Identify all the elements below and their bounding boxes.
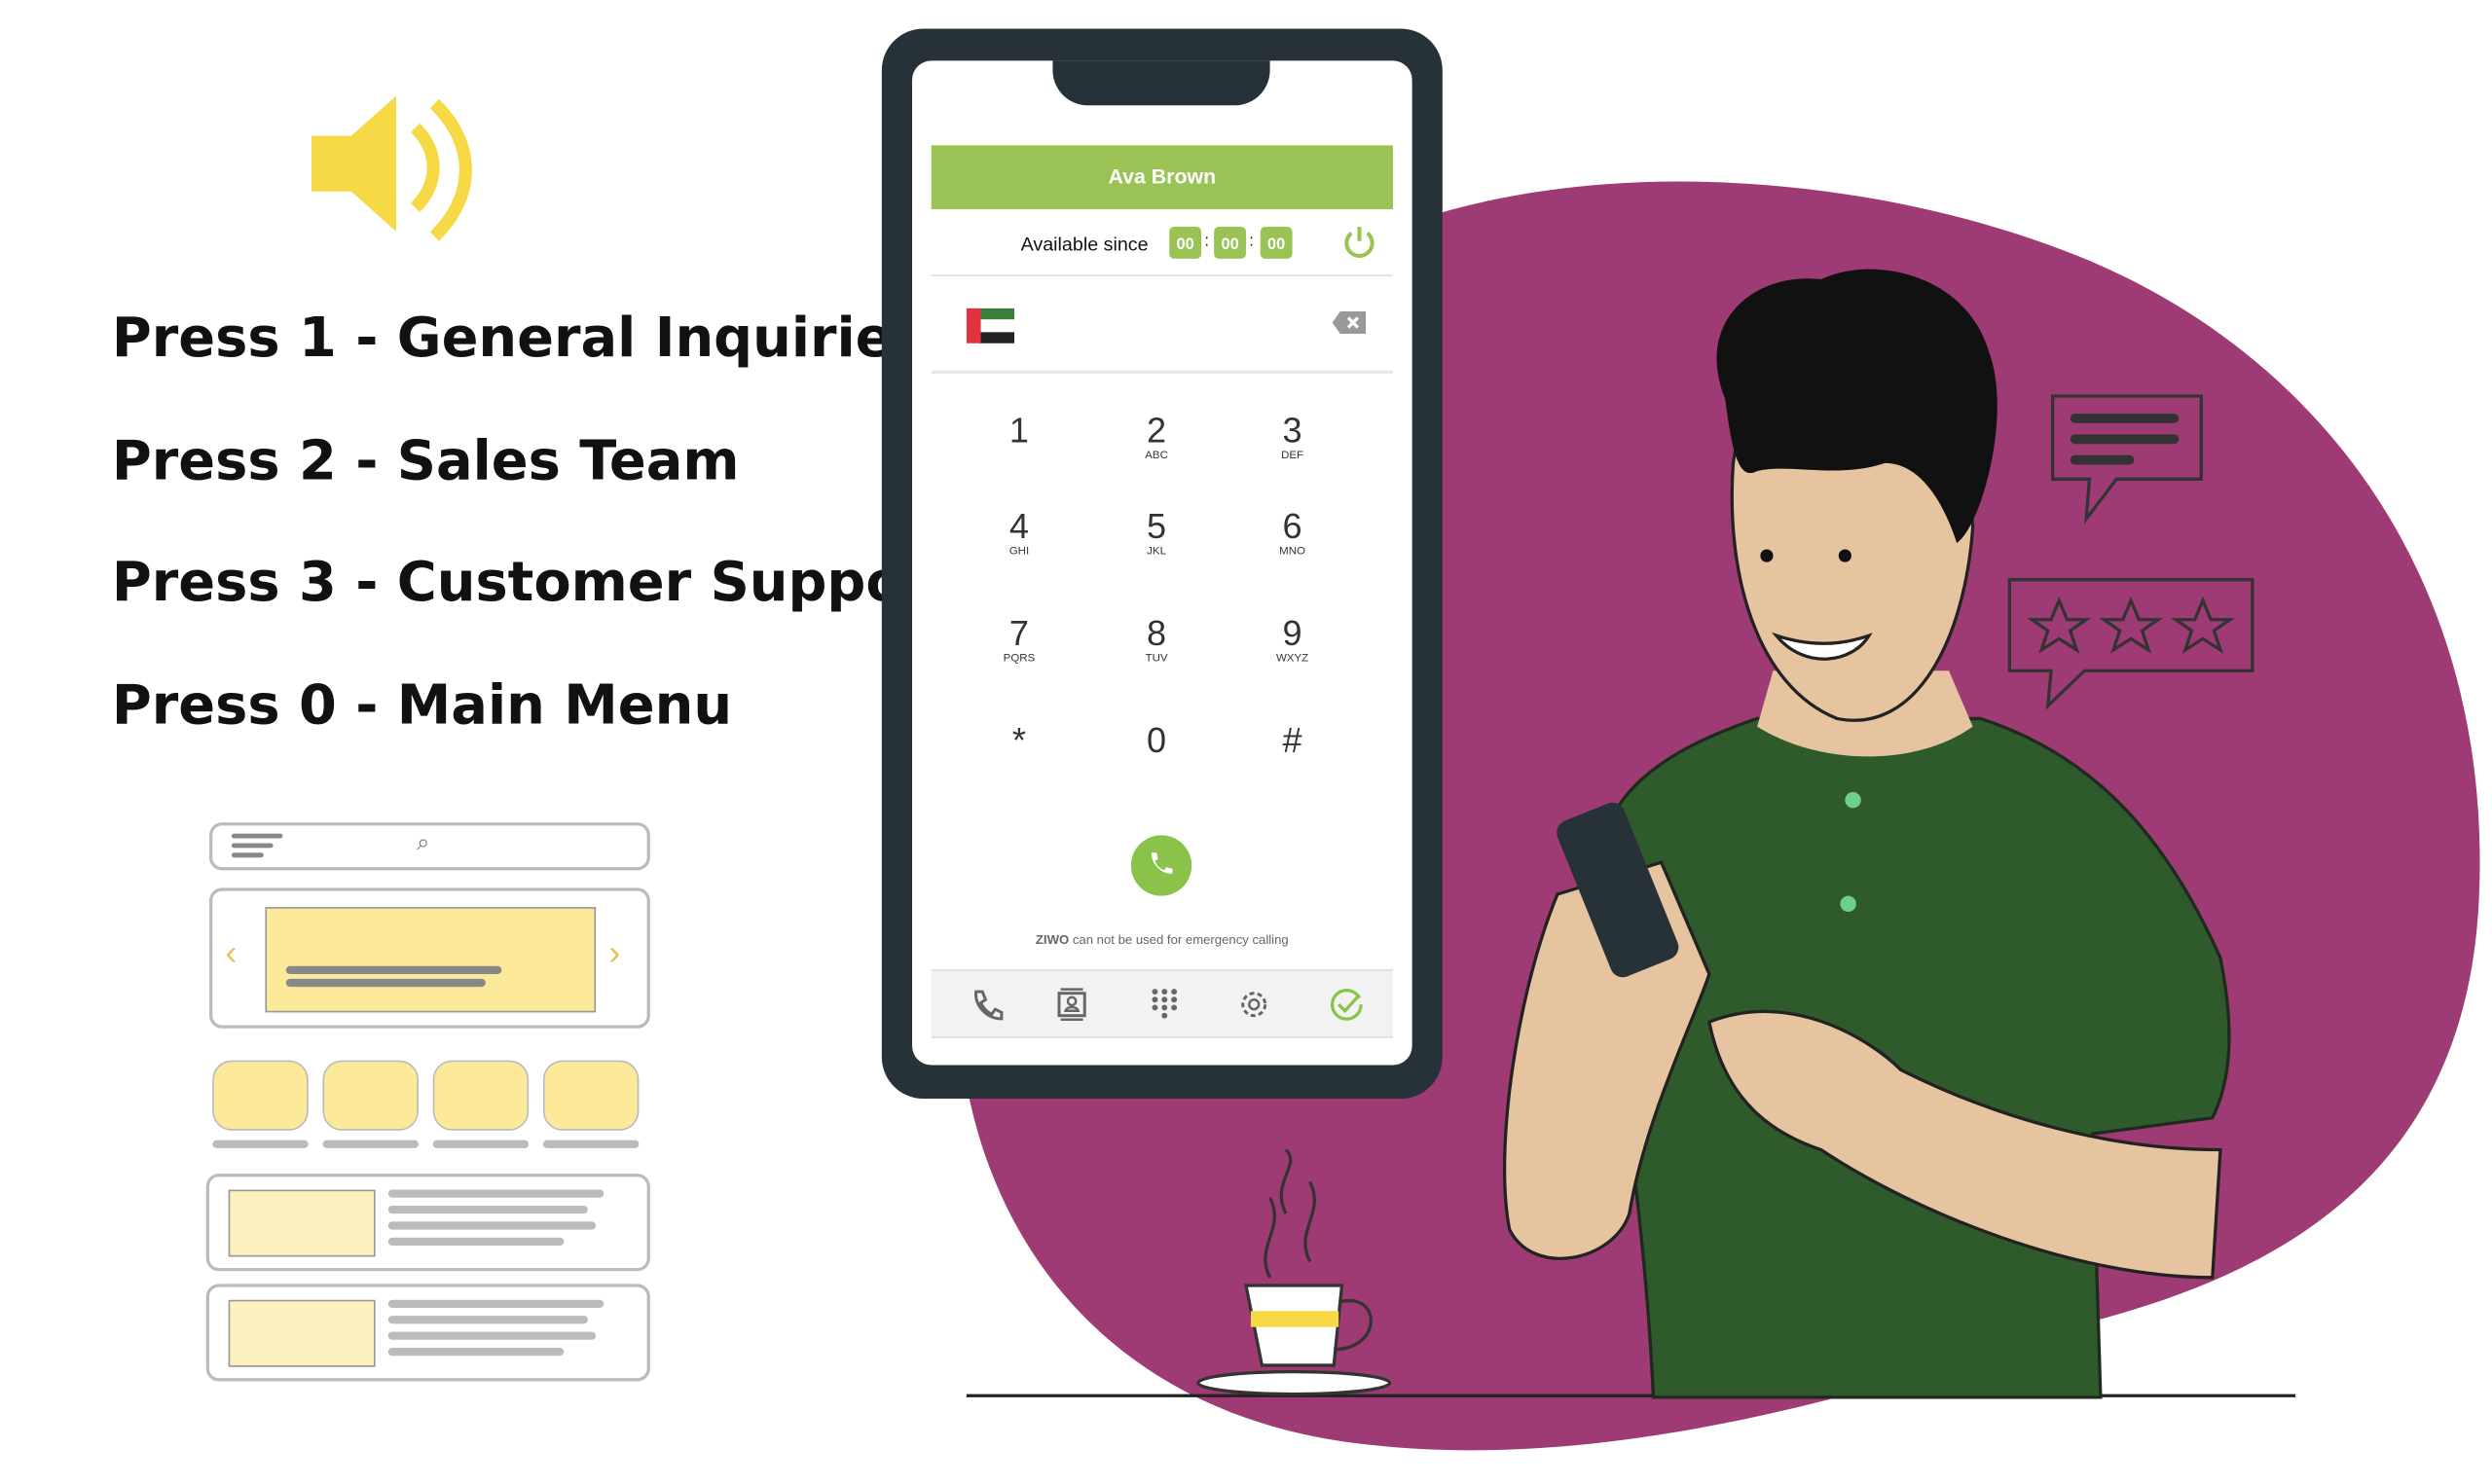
key-digit: 6 <box>1282 506 1302 547</box>
key-digit: 3 <box>1282 410 1302 451</box>
carousel-slide <box>265 907 597 1013</box>
man-eye-left <box>1760 549 1774 562</box>
wireframe-card <box>205 1174 650 1272</box>
key-letters: ABC <box>1145 450 1168 462</box>
key-letters: JKL <box>1147 546 1166 558</box>
agent-name-header: Ava Brown <box>931 145 1393 209</box>
dialpad-key[interactable]: 0 <box>1109 720 1204 761</box>
key-letters: PQRS <box>1003 653 1036 665</box>
notice-text: can not be used for emergency calling <box>1072 932 1289 948</box>
timer-separator: : <box>1249 233 1254 251</box>
dialpad-key[interactable]: 5 JKL <box>1109 506 1204 558</box>
dialpad-key[interactable]: 4 GHI <box>971 506 1067 558</box>
key-letters: GHI <box>1008 546 1030 558</box>
man-eye-right <box>1838 549 1851 562</box>
shirt-button <box>1845 791 1861 809</box>
chat-line <box>2070 414 2180 423</box>
timer-separator: : <box>1204 233 1209 251</box>
chat-line <box>2070 434 2180 445</box>
call-button[interactable] <box>1130 835 1192 896</box>
key-digit: 8 <box>1147 613 1167 654</box>
phone-screen: Ava Brown Available since 00 : 00 : 00 1… <box>912 60 1412 1066</box>
wireframe-search-bar: ⌕ <box>208 822 650 871</box>
timer-seconds: 00 <box>1260 227 1293 259</box>
chat-line <box>2070 454 2135 465</box>
key-digit: 9 <box>1282 613 1302 654</box>
dialpad-key[interactable]: 7 PQRS <box>971 613 1067 665</box>
phone-mockup: Ava Brown Available since 00 : 00 : 00 1… <box>881 28 1443 1100</box>
bottom-nav <box>931 969 1393 1038</box>
timer-minutes: 00 <box>1214 227 1246 259</box>
key-digit: 1 <box>1008 410 1030 451</box>
key-letters: MNO <box>1279 546 1305 558</box>
dialpad-key[interactable]: 2 ABC <box>1109 410 1204 462</box>
chevron-right-icon: › <box>608 932 621 973</box>
divider <box>931 370 1393 374</box>
search-icon: ⌕ <box>417 828 430 854</box>
ivr-option-3: Press 3 - Customer Support <box>111 551 956 615</box>
dialpad-icon[interactable] <box>1147 987 1182 1022</box>
chevron-left-icon: ‹ <box>225 932 238 973</box>
timer-hours: 00 <box>1169 227 1202 259</box>
shirt-button <box>1840 895 1856 913</box>
available-label: Available since <box>1020 233 1149 256</box>
ivr-option-1: Press 1 - General Inquiries <box>111 307 925 371</box>
ivr-option-2: Press 2 - Sales Team <box>111 429 740 494</box>
key-digit: 0 <box>1147 720 1167 761</box>
key-letters: WXYZ <box>1275 653 1309 665</box>
key-letters: DEF <box>1281 450 1304 462</box>
settings-icon[interactable] <box>1236 987 1271 1022</box>
contacts-icon[interactable] <box>1054 987 1089 1022</box>
key-letters: TUV <box>1145 653 1168 665</box>
dialpad-key[interactable]: * <box>971 720 1067 761</box>
dialpad-key[interactable]: 3 DEF <box>1244 410 1339 462</box>
wireframe-card <box>205 1284 650 1382</box>
dialpad-key[interactable]: 1 <box>971 412 1067 450</box>
key-digit: 2 <box>1147 410 1167 451</box>
key-digit: 4 <box>1008 506 1030 547</box>
uae-flag-icon[interactable] <box>966 308 1015 344</box>
key-digit: 5 <box>1147 506 1167 547</box>
key-digit: * <box>1011 720 1026 761</box>
wireframe-carousel: ‹ › <box>208 887 650 1029</box>
power-icon[interactable] <box>1340 224 1378 262</box>
speaker-icon <box>311 95 472 241</box>
backspace-icon[interactable] <box>1332 309 1368 335</box>
ivr-option-0: Press 0 - Main Menu <box>111 673 733 739</box>
key-digit: # <box>1282 720 1302 761</box>
dialpad-key[interactable]: # <box>1244 720 1339 761</box>
status-check-icon[interactable] <box>1329 987 1364 1022</box>
emergency-notice: ZIWO can not be used for emergency calli… <box>912 932 1412 947</box>
dialpad-key[interactable]: 6 MNO <box>1244 506 1339 558</box>
dialpad-key[interactable]: 9 WXYZ <box>1244 613 1339 665</box>
brand-name: ZIWO <box>1035 932 1070 948</box>
availability-row: Available since 00 : 00 : 00 <box>931 214 1393 276</box>
key-digit: 7 <box>1008 613 1030 654</box>
phone-notch <box>1052 60 1270 106</box>
dialpad-key[interactable]: 8 TUV <box>1109 613 1204 665</box>
phone-icon[interactable] <box>970 987 1005 1022</box>
